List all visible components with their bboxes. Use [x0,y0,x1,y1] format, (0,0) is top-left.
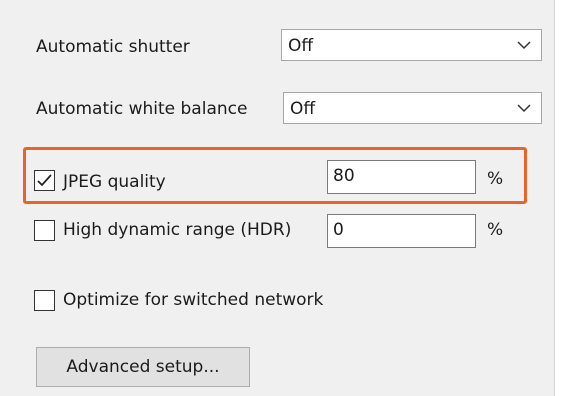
switched-network-label: Optimize for switched network [63,290,324,310]
auto-shutter-label: Automatic shutter [36,37,190,57]
auto-white-balance-value: Off [290,99,316,119]
switched-network-checkbox[interactable] [34,290,55,311]
auto-white-balance-label: Automatic white balance [36,99,248,119]
jpeg-quality-unit: % [487,169,504,189]
chevron-down-icon [517,104,531,113]
auto-shutter-select[interactable]: Off [281,29,542,61]
jpeg-quality-label: JPEG quality [63,172,166,192]
camera-settings-panel: Automatic shutter Off Automatic white ba… [0,0,555,396]
hdr-input[interactable]: 0 [327,214,476,248]
hdr-label: High dynamic range (HDR) [63,220,292,240]
chevron-down-icon [517,41,531,50]
hdr-checkbox[interactable] [34,220,55,241]
hdr-value: 0 [333,220,344,240]
jpeg-quality-value: 80 [333,166,355,186]
auto-shutter-value: Off [288,36,314,56]
jpeg-quality-input[interactable]: 80 [327,160,476,194]
hdr-unit: % [487,220,504,240]
auto-white-balance-select[interactable]: Off [283,92,542,124]
advanced-setup-button[interactable]: Advanced setup... [36,347,250,387]
jpeg-quality-checkbox[interactable] [34,170,55,191]
checkmark-icon [37,174,52,187]
advanced-setup-label: Advanced setup... [66,357,220,377]
